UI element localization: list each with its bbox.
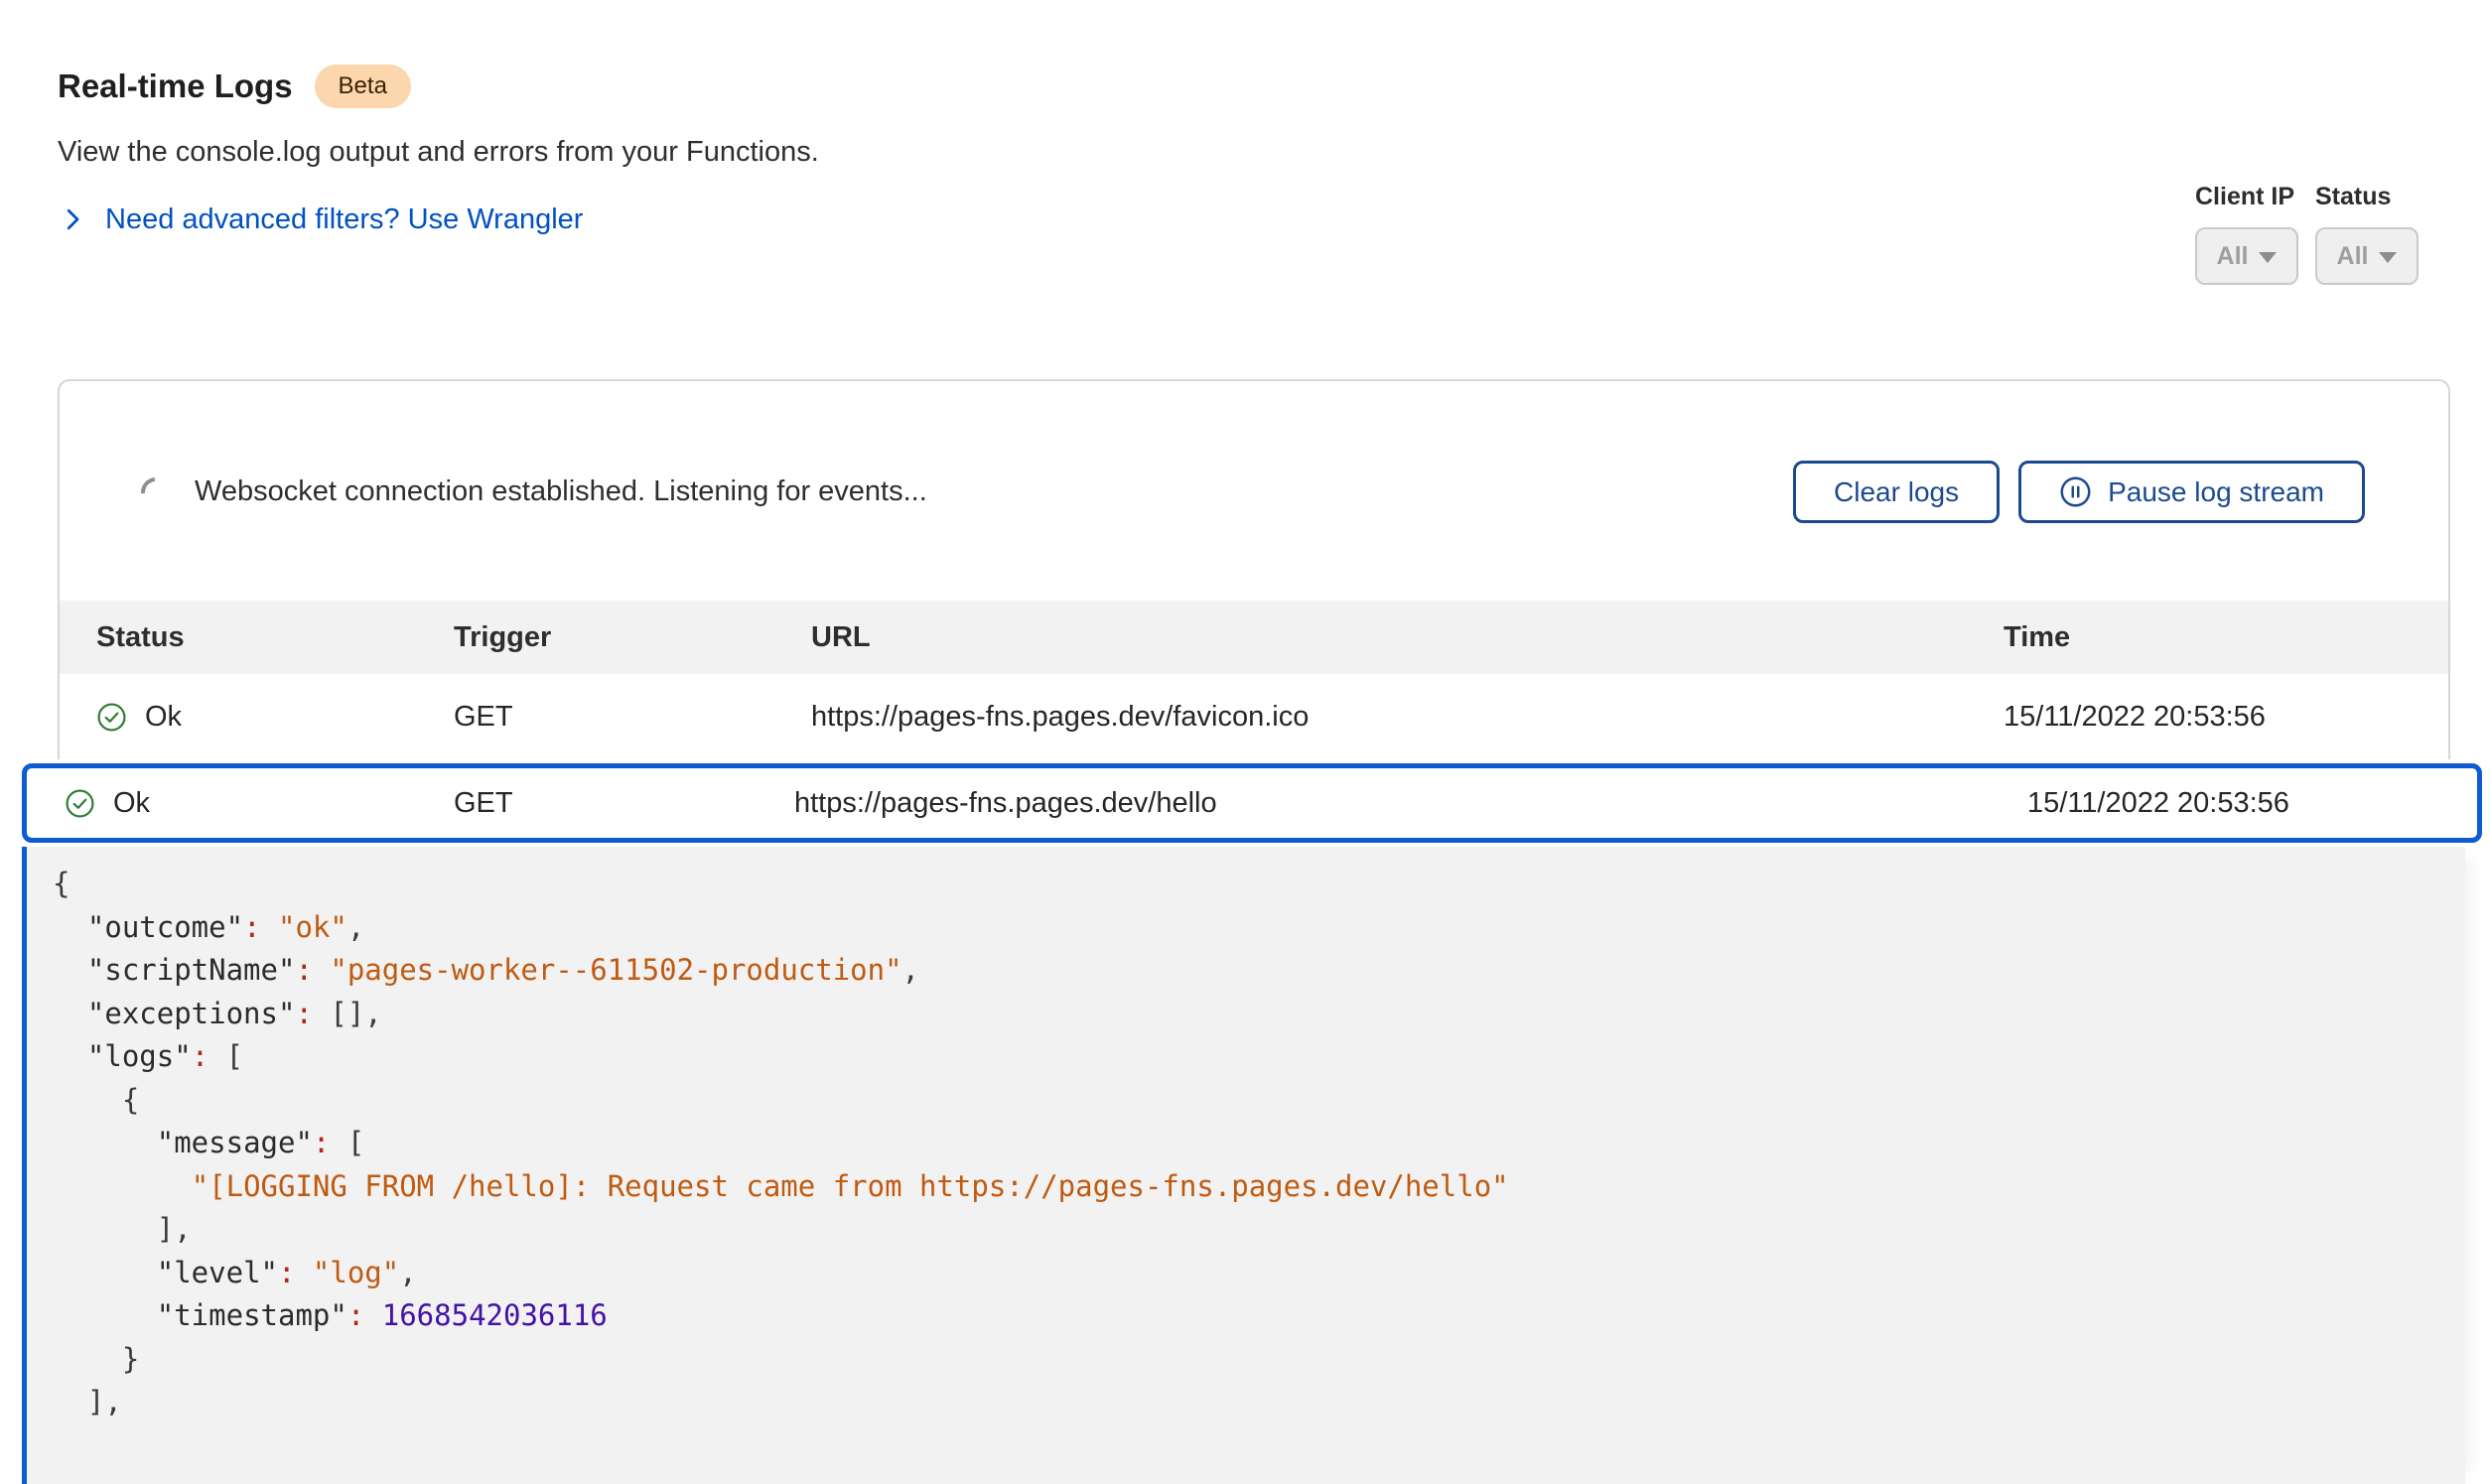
clear-logs-label: Clear logs xyxy=(1834,476,1959,508)
row-url: https://pages-fns.pages.dev/favicon.ico xyxy=(811,701,2004,734)
check-circle-icon xyxy=(96,702,127,733)
websocket-status-text: Websocket connection established. Listen… xyxy=(195,475,927,508)
row-url: https://pages-fns.pages.dev/hello xyxy=(794,787,2027,820)
chevron-right-icon xyxy=(58,204,87,234)
beta-badge: Beta xyxy=(315,65,411,108)
log-detail-panel: { "outcome": "ok", "scriptName": "pages-… xyxy=(22,847,2465,1484)
title-row: Real-time Logs Beta xyxy=(58,0,2490,109)
pause-circle-icon xyxy=(2059,475,2092,508)
row-trigger: GET xyxy=(454,787,794,820)
expanded-log-entry: Ok GET https://pages-fns.pages.dev/hello… xyxy=(22,763,2482,1484)
client-ip-dropdown-value: All xyxy=(2217,242,2249,271)
log-json: { "outcome": "ok", "scriptName": "pages-… xyxy=(53,863,2465,1424)
pause-log-stream-label: Pause log stream xyxy=(2108,476,2324,508)
toolbar-actions: Clear logs Pause log stream xyxy=(1793,461,2365,523)
page-header: Real-time Logs Beta View the console.log… xyxy=(0,0,2490,236)
row-status: Ok xyxy=(145,701,182,734)
logs-toolbar: Websocket connection established. Listen… xyxy=(60,381,2448,601)
filter-client-ip: Client IP All xyxy=(2195,183,2298,285)
table-row[interactable]: Ok GET https://pages-fns.pages.dev/favic… xyxy=(60,674,2448,759)
row-status-cell: Ok xyxy=(60,701,454,734)
websocket-status: Websocket connection established. Listen… xyxy=(141,475,927,508)
row-trigger: GET xyxy=(454,701,811,734)
status-dropdown-value: All xyxy=(2337,242,2369,271)
column-url: URL xyxy=(811,621,2004,654)
caret-down-icon xyxy=(2379,252,2397,263)
check-circle-icon xyxy=(65,788,95,819)
page-title: Real-time Logs xyxy=(58,64,293,109)
client-ip-label: Client IP xyxy=(2195,183,2298,211)
status-dropdown[interactable]: All xyxy=(2315,227,2419,285)
advanced-filters-link-label: Need advanced filters? Use Wrangler xyxy=(105,202,583,236)
row-status: Ok xyxy=(113,787,150,820)
filter-status: Status All xyxy=(2315,183,2419,285)
page-subtitle: View the console.log output and errors f… xyxy=(58,135,2490,169)
table-row-selected[interactable]: Ok GET https://pages-fns.pages.dev/hello… xyxy=(22,763,2482,843)
row-time: 15/11/2022 20:53:56 xyxy=(2027,787,2477,820)
column-status: Status xyxy=(60,621,454,654)
column-trigger: Trigger xyxy=(454,621,811,654)
client-ip-dropdown[interactable]: All xyxy=(2195,227,2298,285)
advanced-filters-link[interactable]: Need advanced filters? Use Wrangler xyxy=(58,202,583,236)
column-time: Time xyxy=(2004,621,2448,654)
realtime-logs-page: Real-time Logs Beta View the console.log… xyxy=(0,0,2490,1423)
logs-card: Websocket connection established. Listen… xyxy=(58,379,2450,759)
status-label: Status xyxy=(2315,183,2419,211)
table-header: Status Trigger URL Time xyxy=(60,601,2448,674)
pause-log-stream-button[interactable]: Pause log stream xyxy=(2018,461,2365,523)
clear-logs-button[interactable]: Clear logs xyxy=(1793,461,2000,523)
filters: Client IP All Status All xyxy=(2195,183,2419,285)
row-time: 15/11/2022 20:53:56 xyxy=(2004,701,2448,734)
spinner-icon xyxy=(135,471,177,512)
row-status-cell: Ok xyxy=(27,787,454,820)
caret-down-icon xyxy=(2259,252,2277,263)
